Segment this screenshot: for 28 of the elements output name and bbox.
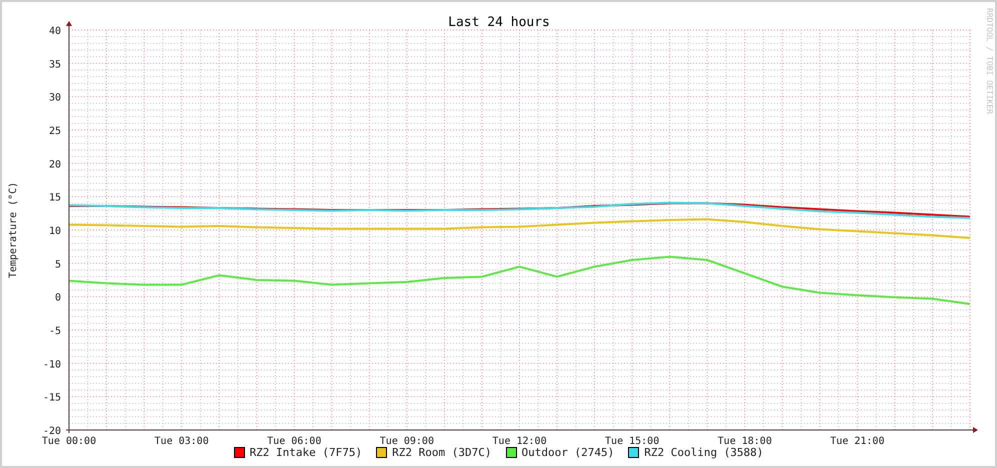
axis-tick-label: -15	[42, 392, 61, 404]
axis-tick-label: Tue 00:00	[42, 436, 96, 446]
axis-tick-label: 30	[48, 92, 61, 104]
axis-tick-label: Tue 21:00	[830, 436, 884, 446]
legend-label: RZ2 Intake (7F75)	[250, 446, 362, 459]
axis-tick-label: Tue 03:00	[154, 436, 209, 446]
axis-tick-label: 35	[48, 59, 61, 70]
axis-tick-label: Tue 06:00	[267, 436, 322, 446]
axis-tick-label: 10	[48, 226, 61, 237]
axis-tick-label: Tue 18:00	[718, 436, 772, 446]
axis-tick-label: 0	[54, 292, 61, 304]
legend-label: Outdoor (2745)	[522, 446, 614, 459]
chart-title: Last 24 hours	[448, 15, 550, 30]
axis-tick-label: 15	[48, 192, 61, 204]
axis-tick-label: 5	[54, 259, 61, 270]
axis-tick-label: 25	[48, 126, 61, 137]
axis-tick-label: 20	[48, 159, 61, 170]
axis-tick-label: Tue 09:00	[380, 436, 434, 446]
axis-tick-label: -20	[42, 426, 61, 437]
axis-tick-label: -10	[42, 359, 61, 370]
axis-tick-label: 40	[48, 26, 61, 37]
watermark-text: RRDTOOL / TOBI OETIKER	[985, 8, 994, 114]
legend-label: RZ2 Room (3D7C)	[392, 446, 492, 459]
axis-tick-label: Tue 12:00	[492, 436, 547, 446]
axis-tick-label: -5	[48, 326, 61, 337]
axis-tick-label: Tue 15:00	[605, 436, 660, 446]
axis-title: Temperature (°C)	[8, 182, 19, 278]
legend-label: RZ2 Cooling (3588)	[644, 446, 764, 459]
